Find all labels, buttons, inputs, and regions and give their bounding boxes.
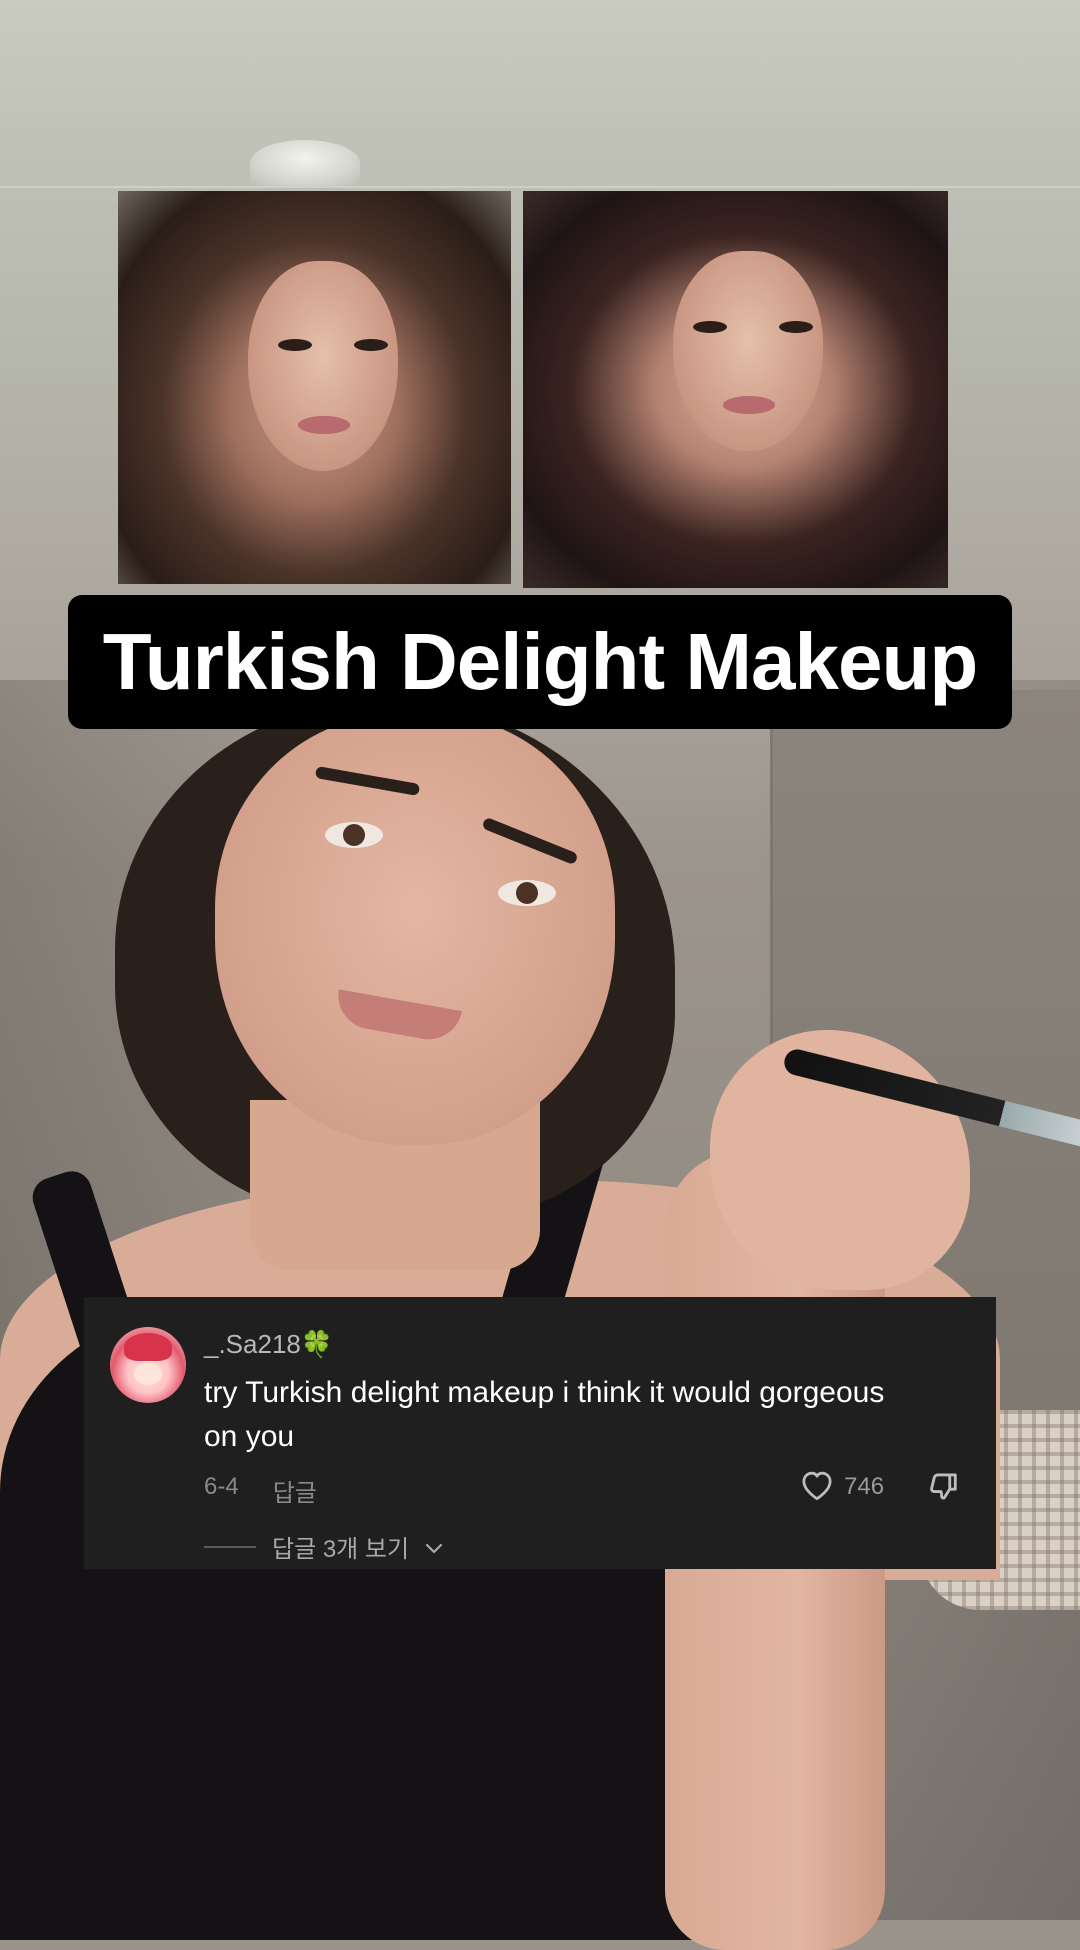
comment-text: try Turkish delight makeup i think it wo…	[204, 1376, 885, 1453]
reference-face	[248, 261, 398, 471]
title-banner: Turkish Delight Makeup	[68, 595, 1012, 729]
username-text: _.Sa218	[204, 1329, 301, 1359]
ceiling-light	[250, 140, 360, 186]
like-count: 746	[844, 1472, 885, 1500]
heart-outline-icon	[798, 1467, 836, 1506]
comment-username[interactable]: _.Sa218🍀	[204, 1329, 333, 1360]
reference-eyes	[278, 339, 388, 351]
person-face	[215, 715, 615, 1145]
like-button[interactable]: 746	[798, 1467, 884, 1506]
comment-date: 6-4	[204, 1473, 239, 1500]
reference-photo-left	[118, 191, 511, 584]
view-replies-label: 답글 3개 보기	[272, 1536, 410, 1563]
comment-meta: 6-4 답글	[204, 1473, 317, 1508]
reference-lips	[723, 396, 775, 414]
comment-card[interactable]: _.Sa218🍀 try Turkish delight makeup i th…	[84, 1297, 996, 1569]
chevron-down-icon	[425, 1533, 443, 1561]
avatar[interactable]	[110, 1327, 186, 1403]
reference-face	[673, 251, 823, 451]
reference-eyes	[693, 321, 813, 333]
title-text: Turkish Delight Makeup	[102, 617, 978, 706]
thumbs-down-outline-icon[interactable]	[926, 1467, 964, 1510]
eye-right	[498, 880, 556, 906]
view-replies-button[interactable]: 답글 3개 보기	[204, 1529, 443, 1564]
clover-emoji: 🍀	[300, 1329, 334, 1359]
eye-left	[325, 822, 383, 848]
reference-photo-right	[523, 191, 948, 588]
replies-divider	[204, 1545, 256, 1548]
ceiling-edge	[0, 186, 1080, 188]
reference-lips	[298, 416, 350, 434]
reply-button[interactable]: 답글	[273, 1473, 317, 1508]
